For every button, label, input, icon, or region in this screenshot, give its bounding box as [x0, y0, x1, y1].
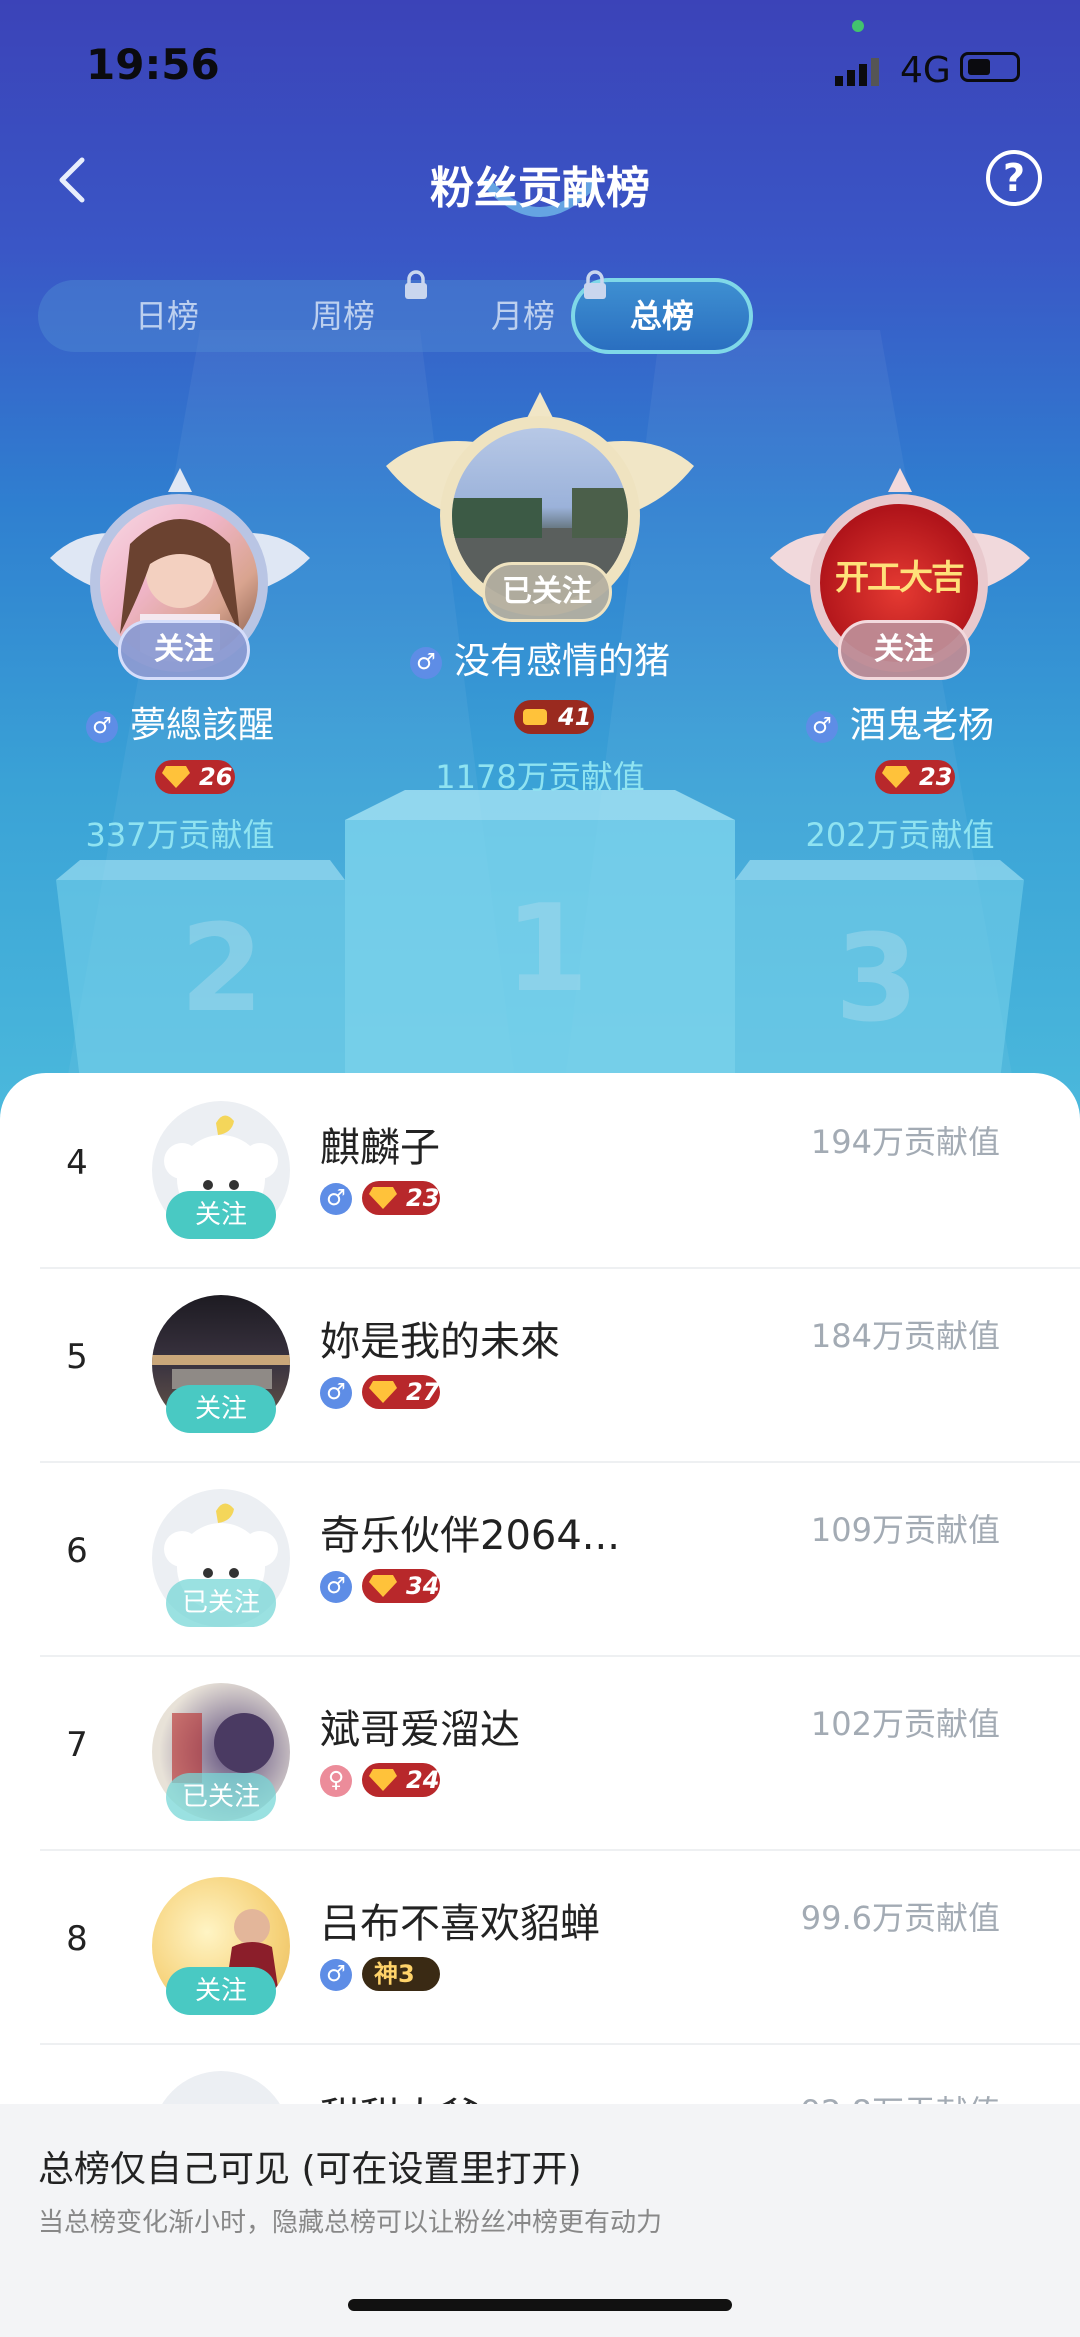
username-first: ♂ 没有感情的猪	[350, 632, 730, 684]
level-badge: 24	[362, 1763, 440, 1797]
rank-number-first: 1	[505, 880, 589, 1019]
list-item[interactable]: 5 关注 妳是我的未來 ♂ 27 184万贡献值	[0, 1267, 1080, 1461]
contribution-value: 99.6万贡献值	[800, 1899, 1000, 1937]
female-icon: ♀	[320, 1765, 352, 1797]
follow-button[interactable]: 关注	[166, 1967, 276, 2015]
male-icon: ♂	[320, 1183, 352, 1215]
followed-button[interactable]: 已关注	[482, 562, 612, 622]
footer-title: 总榜仅自己可见 (可在设置里打开)	[38, 2149, 582, 2190]
footer-subtitle: 当总榜变化渐小时，隐藏总榜可以让粉丝冲榜更有动力	[38, 2208, 663, 2238]
followed-button[interactable]: 已关注	[166, 1773, 276, 1821]
follow-button[interactable]: 关注	[166, 1385, 276, 1433]
rank-number: 8	[66, 1919, 88, 1959]
crown-icon	[523, 709, 547, 725]
contribution-value: 194万贡献值	[810, 1123, 1000, 1161]
page-title: 粉丝贡献榜	[430, 163, 650, 214]
username: 妳是我的未來	[320, 1319, 560, 1365]
battery-icon	[960, 52, 1020, 82]
tab-bar: 日榜 周榜 月榜 总榜	[38, 278, 753, 354]
gem-icon	[369, 1381, 397, 1403]
score-third: 202万贡献值	[805, 816, 995, 854]
list-item[interactable]: 4 关注 麒麟子 ♂ 23 194万贡献值	[0, 1073, 1080, 1267]
level-badge: 27	[362, 1375, 440, 1409]
gem-icon	[369, 1769, 397, 1791]
male-icon: ♂	[320, 1377, 352, 1409]
username: 斌哥爱溜达	[320, 1707, 520, 1753]
signal-icon	[835, 58, 879, 86]
contribution-value: 109万贡献值	[810, 1511, 1000, 1549]
username: 吕布不喜欢貂蝉	[320, 1901, 600, 1947]
follow-button[interactable]: 关注	[166, 1191, 276, 1239]
level-badge: 34	[362, 1569, 440, 1603]
level-badge: 41	[514, 700, 594, 734]
username: 奇乐伙伴2064...	[320, 1513, 620, 1559]
username-third: ♂ 酒鬼老杨	[760, 696, 1040, 748]
score-second: 337万贡献值	[85, 816, 275, 854]
male-icon: ♂	[320, 1571, 352, 1603]
score-first: 1178万贡献值	[435, 758, 645, 796]
list-item[interactable]: 6 已关注 奇乐伙伴2064... ♂ 34 109万贡献值	[0, 1461, 1080, 1655]
level-badge: 26	[155, 760, 235, 794]
privacy-dot	[852, 20, 864, 32]
follow-button[interactable]: 关注	[838, 620, 970, 680]
list-item[interactable]: 7 已关注 斌哥爱溜达 ♀ 24 102万贡献值	[0, 1655, 1080, 1849]
level-badge: 神3	[362, 1957, 440, 1991]
status-bar: 19:56 4G	[0, 0, 1080, 120]
rank-number: 6	[66, 1531, 88, 1571]
tab-daily[interactable]: 日榜	[82, 280, 252, 352]
rank-number-second: 2	[180, 900, 264, 1039]
lock-icon	[405, 270, 427, 299]
level-badge: 23	[362, 1181, 440, 1215]
help-button[interactable]: ?	[986, 150, 1042, 206]
header-area: 19:56 4G 粉丝贡献榜 ? 日榜 周榜 月榜 总榜 关注 ♂ 夢總該醒 2…	[0, 0, 1080, 1120]
avatar-third-text: 开工大吉	[835, 558, 965, 598]
gem-icon	[369, 1575, 397, 1597]
rank-number: 4	[66, 1143, 88, 1183]
contribution-value: 184万贡献值	[810, 1317, 1000, 1355]
ranking-list[interactable]: 4 关注 麒麟子 ♂ 23 194万贡献值 5 关注 妳是我的未來 ♂ 27 1…	[0, 1073, 1080, 2173]
network-type: 4G	[900, 50, 951, 91]
gem-icon	[369, 1187, 397, 1209]
rank-number: 5	[66, 1337, 88, 1377]
rank-number-third: 3	[835, 910, 919, 1049]
male-icon: ♂	[85, 711, 118, 743]
male-icon: ♂	[805, 711, 838, 743]
gem-icon	[162, 766, 190, 788]
home-indicator[interactable]	[348, 2299, 732, 2311]
username: 麒麟子	[320, 1125, 440, 1171]
rank-number: 7	[66, 1725, 88, 1765]
followed-button[interactable]: 已关注	[166, 1579, 276, 1627]
male-icon: ♂	[320, 1959, 352, 1991]
username-second: ♂ 夢總該醒	[40, 696, 320, 748]
list-item[interactable]: 8 关注 吕布不喜欢貂蝉 ♂ 神3 99.6万贡献值	[0, 1849, 1080, 2043]
gem-icon	[882, 766, 910, 788]
status-time: 19:56	[86, 40, 220, 89]
contribution-value: 102万贡献值	[810, 1705, 1000, 1743]
male-icon: ♂	[409, 647, 442, 679]
follow-button[interactable]: 关注	[118, 620, 250, 680]
level-badge: 23	[875, 760, 955, 794]
lock-icon	[584, 270, 606, 299]
